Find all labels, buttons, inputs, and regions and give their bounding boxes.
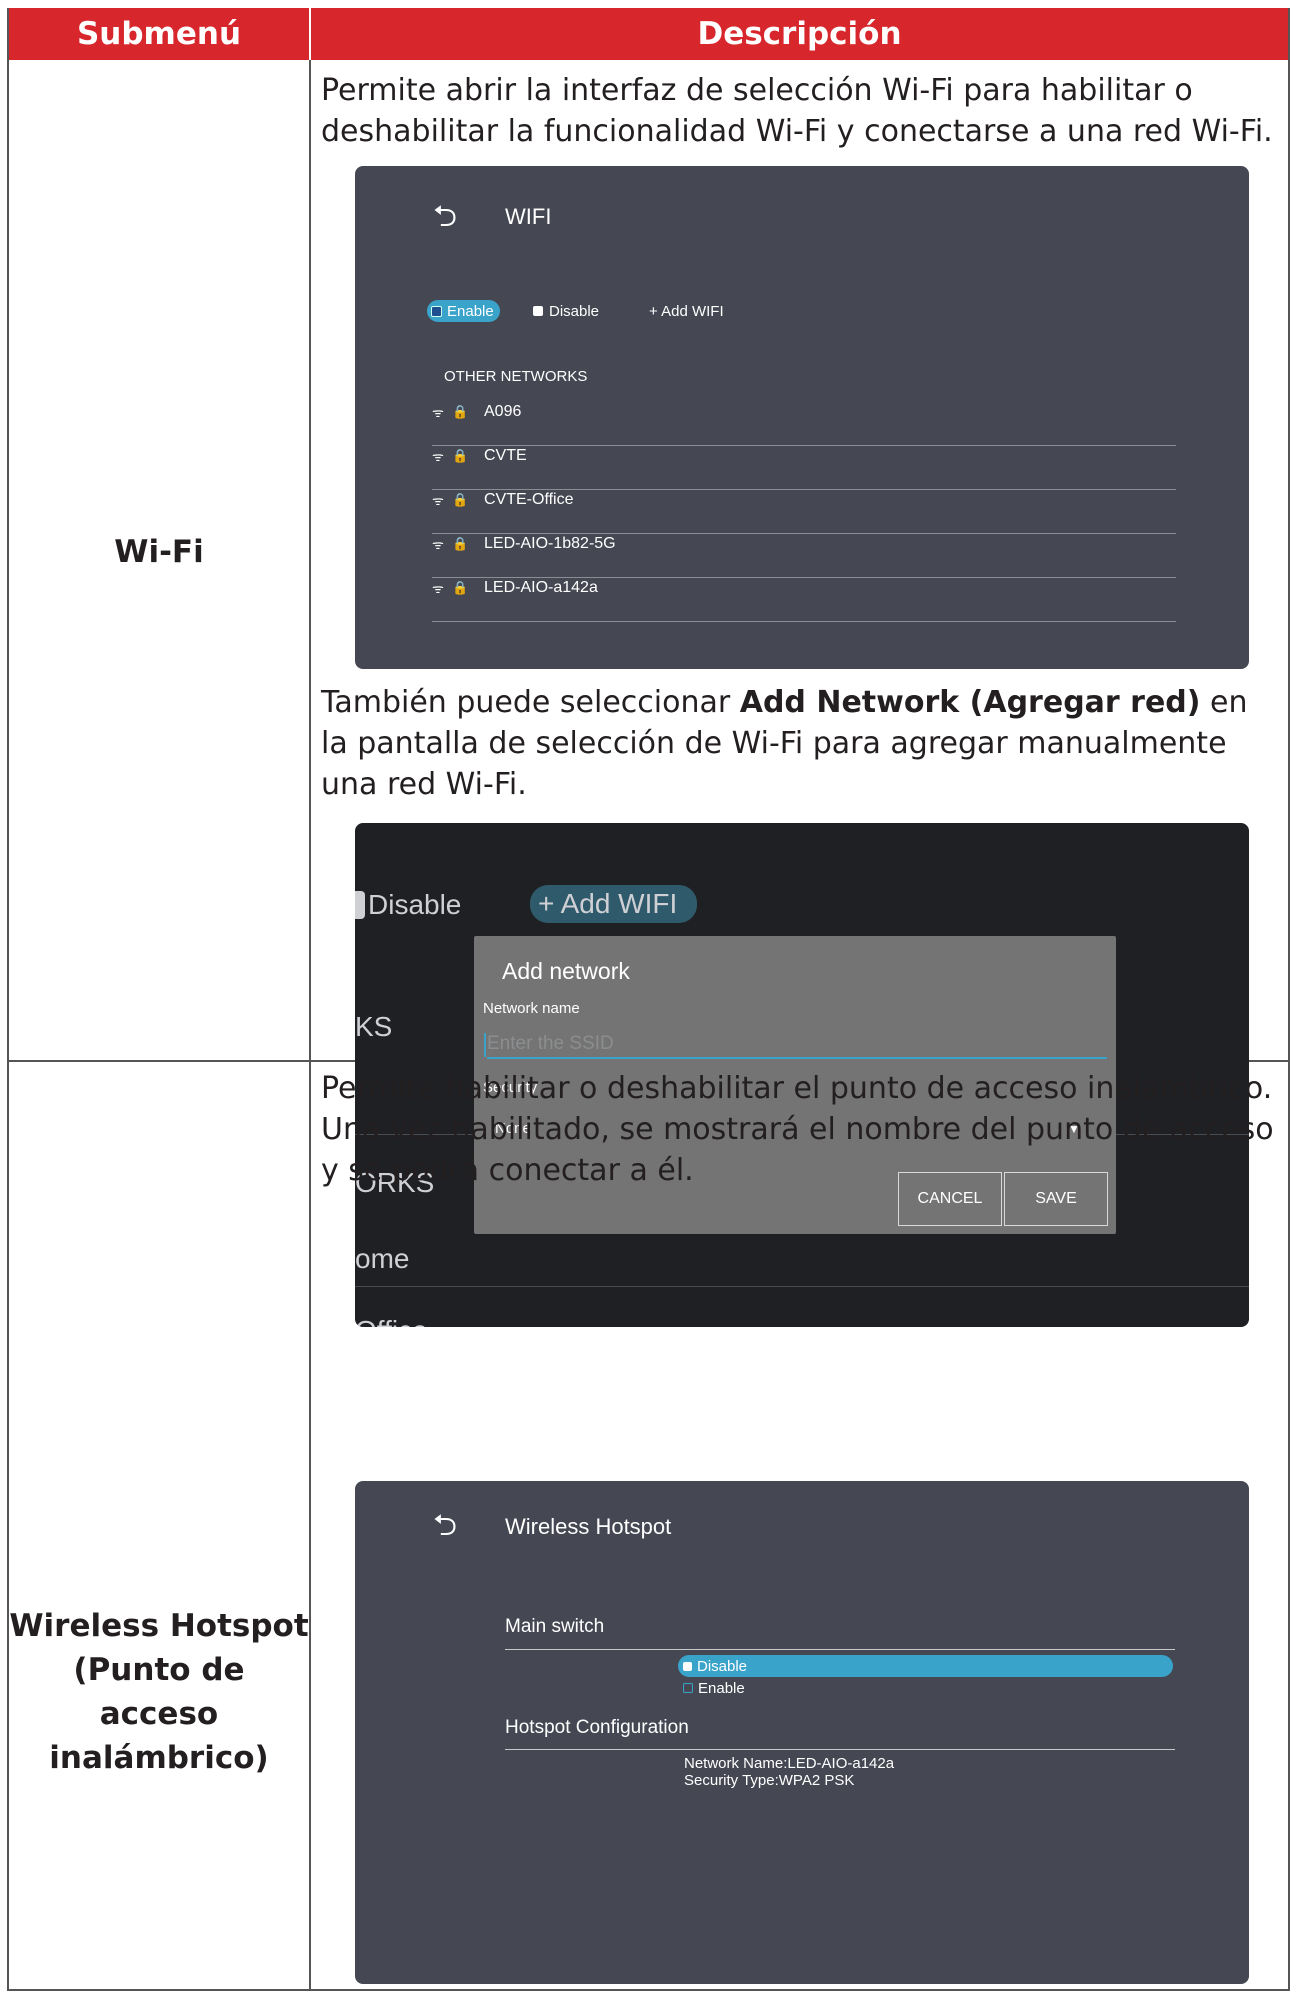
network-name: CVTE [484, 447, 527, 464]
hotspot-title: Wireless Hotspot [505, 1514, 672, 1539]
wifi-icon: ᯤ [432, 405, 444, 420]
settings-table: Submenú Descripción Wi-Fi Permite abrir … [7, 8, 1290, 1991]
enable-label: Enable [447, 302, 494, 320]
hotspot-description: Permite habilitar o deshabilitar el punt… [321, 1071, 1274, 1188]
wifi-icon: ᯤ [432, 449, 444, 464]
bg-heading-ks: KS [355, 1011, 393, 1042]
back-arrow-icon[interactable]: ⮌ [433, 194, 457, 245]
hotspot-enable-option[interactable]: Enable [678, 1678, 745, 1698]
bg-disable-label: Disable [368, 889, 462, 920]
ssid-input-underline [487, 1057, 1107, 1059]
wifi-description: Permite abrir la interfaz de selección W… [321, 73, 1273, 149]
wifi-screenshot: ⮌ WIFI Enable Disable + Add WIFI OTHER N… [355, 166, 1249, 669]
header-divider [309, 8, 311, 60]
disable-label: Disable [549, 302, 600, 320]
bg-item-ome: ome [355, 1243, 410, 1274]
checked-icon [431, 305, 442, 317]
network-name: CVTE-Office [484, 491, 574, 508]
other-networks-heading: OTHER NETWORKS [444, 368, 588, 385]
checkbox-partial [355, 891, 365, 919]
network-item[interactable]: ᯤ 🔒 LED-AIO-a142a [432, 566, 598, 610]
header-submenu: Submenú [76, 16, 242, 52]
unchecked-icon [533, 306, 543, 316]
hotspot-network-name: Network Name:LED-AIO-a142a [684, 1755, 895, 1772]
network-item[interactable]: ᯤ 🔒 CVTE-Office [432, 478, 574, 522]
lock-icon: 🔒 [452, 404, 469, 419]
add-network-description: También puede seleccionar Add Network (A… [321, 682, 1281, 805]
submenu-hotspot: Wireless Hotspot (Punto de acceso inalám… [9, 1604, 309, 1780]
submenu-wifi: Wi-Fi [114, 534, 204, 570]
hotspot-screenshot: ⮌ Wireless Hotspot Main switch Disable E… [355, 1481, 1249, 1984]
table-header: Submenú Descripción [9, 8, 1288, 60]
hotspot-disable-label: Disable [697, 1657, 748, 1675]
network-name: A096 [484, 403, 522, 420]
lock-icon: 🔒 [452, 580, 469, 595]
back-arrow-icon[interactable]: ⮌ [433, 1503, 457, 1554]
submenu-line: inalámbrico) [49, 1740, 269, 1776]
hotspot-config-label: Hotspot Configuration [505, 1717, 689, 1738]
wifi-icon: ᯤ [432, 537, 444, 552]
network-name: LED-AIO-1b82-5G [484, 535, 616, 552]
bg-item-office: Office [355, 1315, 428, 1327]
hotspot-enable-label: Enable [698, 1679, 745, 1697]
submenu-line: (Punto de acceso [73, 1652, 245, 1732]
text-cursor [484, 1033, 486, 1057]
lock-icon: 🔒 [452, 536, 469, 551]
desc-bold: Add Network (Agregar red) [739, 685, 1201, 720]
disable-option[interactable]: Disable [533, 300, 599, 322]
network-item[interactable]: ᯤ 🔒 A096 [432, 390, 521, 434]
dialog-title: Add network [502, 958, 630, 984]
lock-icon: 🔒 [452, 492, 469, 507]
bg-add-wifi-button[interactable]: + Add WIFI [530, 885, 698, 923]
ssid-input[interactable]: Enter the SSID [487, 1033, 614, 1055]
header-description: Descripción [697, 16, 902, 52]
add-wifi-button[interactable]: + Add WIFI [649, 300, 724, 322]
hotspot-disable-option[interactable]: Disable [678, 1655, 1173, 1677]
wifi-icon: ᯤ [432, 581, 444, 596]
network-divider [432, 621, 1176, 622]
network-item[interactable]: ᯤ 🔒 LED-AIO-1b82-5G [432, 522, 616, 566]
network-divider [432, 445, 1176, 446]
network-name: LED-AIO-a142a [484, 579, 598, 596]
lock-icon: 🔒 [452, 448, 469, 463]
wifi-title: WIFI [505, 204, 552, 229]
unchecked-icon [683, 1661, 692, 1671]
desc-text: También puede seleccionar [321, 685, 740, 720]
column-divider [309, 60, 311, 1991]
checked-icon [683, 1683, 693, 1693]
section-divider [505, 1649, 1175, 1650]
hotspot-security-type: Security Type:WPA2 PSK [684, 1772, 855, 1789]
network-item[interactable]: ᯤ 🔒 CVTE [432, 434, 527, 478]
network-name-label: Network name [483, 1000, 580, 1017]
enable-option[interactable]: Enable [427, 300, 500, 322]
main-switch-label: Main switch [505, 1616, 605, 1637]
submenu-line: Wireless Hotspot [9, 1608, 309, 1644]
section-divider [505, 1749, 1175, 1750]
bg-divider [355, 1286, 1249, 1287]
wifi-icon: ᯤ [432, 493, 444, 508]
